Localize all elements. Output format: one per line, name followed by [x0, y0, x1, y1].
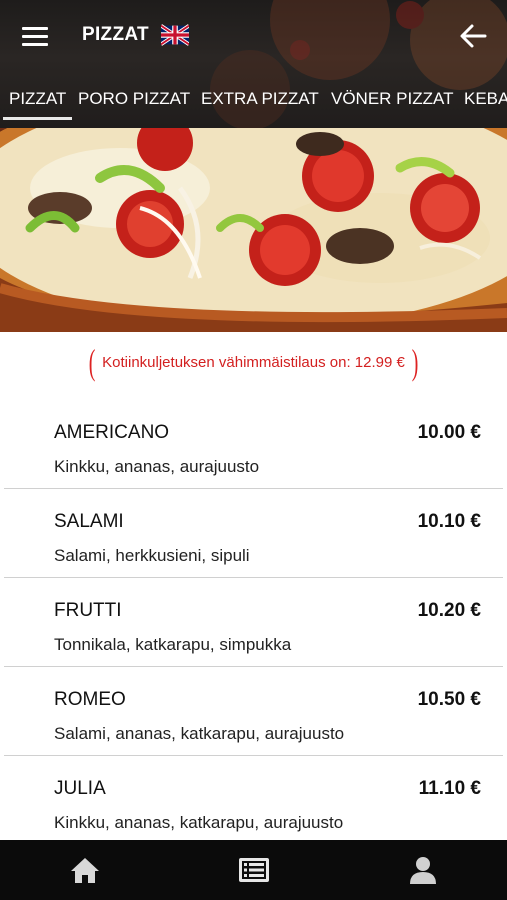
- category-tabs: PIZZAT PORO PIZZAT EXTRA PIZZAT VÖNER PI…: [0, 78, 507, 128]
- item-name: ROMEO: [54, 689, 126, 710]
- min-order-notice: ( Kotiinkuljetuksen vähimmäistilaus on: 1…: [0, 344, 507, 384]
- menu-item-salami[interactable]: SALAMI 10.10 € Salami, herkkusieni, sipu…: [4, 489, 503, 578]
- tab-kebab[interactable]: KEBA: [464, 89, 507, 109]
- menu-list-icon[interactable]: [238, 854, 270, 886]
- item-description: Kinkku, ananas, aurajuusto: [54, 457, 260, 476]
- item-description: Tonnikala, katkarapu, simpukka: [54, 635, 292, 654]
- item-price: 10.00 €: [417, 422, 481, 443]
- item-name: AMERICANO: [54, 422, 170, 443]
- arrow-left-icon[interactable]: [458, 22, 488, 50]
- item-price: 10.20 €: [417, 600, 481, 621]
- min-order-text: Kotiinkuljetuksen vähimmäistilaus on: 12…: [102, 353, 405, 371]
- menu-item-romeo[interactable]: ROMEO 10.50 € Salami, ananas, katkarapu,…: [4, 667, 503, 756]
- page-title: PIZZAT: [82, 24, 149, 45]
- item-name: FRUTTI: [54, 600, 122, 621]
- menu-list: AMERICANO 10.00 € Kinkku, ananas, auraju…: [0, 400, 507, 844]
- notice-left-paren: (: [88, 342, 96, 382]
- bottom-navigation: [0, 840, 507, 900]
- pizza-hero-image: [0, 128, 507, 332]
- menu-item-frutti[interactable]: FRUTTI 10.20 € Tonnikala, katkarapu, sim…: [4, 578, 503, 667]
- item-description: Salami, herkkusieni, sipuli: [54, 546, 250, 565]
- tab-extra-pizzat[interactable]: EXTRA PIZZAT: [201, 89, 319, 109]
- item-price: 11.10 €: [418, 778, 481, 799]
- user-icon[interactable]: [407, 854, 439, 886]
- home-icon[interactable]: [69, 854, 101, 886]
- item-description: Kinkku, ananas, katkarapu, aurajuusto: [54, 813, 344, 832]
- item-price: 10.10 €: [417, 511, 481, 532]
- tab-poro-pizzat[interactable]: PORO PIZZAT: [78, 89, 190, 109]
- app-header: PIZZAT PIZZAT PORO PIZZAT EXTRA PIZZAT V…: [0, 0, 507, 128]
- item-description: Salami, ananas, katkarapu, aurajuusto: [54, 724, 345, 743]
- uk-flag-icon[interactable]: [161, 24, 189, 46]
- item-name: SALAMI: [54, 511, 124, 532]
- hamburger-menu-icon[interactable]: [18, 22, 52, 50]
- notice-right-paren: ): [411, 342, 419, 382]
- item-name: JULIA: [54, 778, 106, 799]
- active-tab-indicator: [3, 117, 72, 120]
- tab-pizzat[interactable]: PIZZAT: [9, 89, 66, 109]
- menu-item-julia[interactable]: JULIA 11.10 € Kinkku, ananas, katkarapu,…: [4, 756, 503, 844]
- menu-item-americano[interactable]: AMERICANO 10.00 € Kinkku, ananas, auraju…: [4, 400, 503, 489]
- tab-voner-pizzat[interactable]: VÖNER PIZZAT: [331, 89, 453, 109]
- item-price: 10.50 €: [417, 689, 481, 710]
